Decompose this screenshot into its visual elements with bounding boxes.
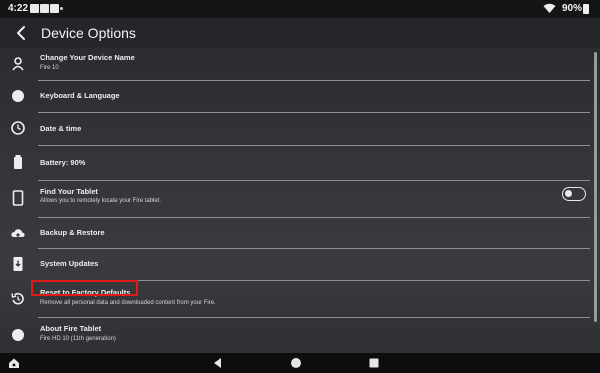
find-tablet-toggle[interactable]	[562, 187, 586, 201]
setting-system-updates[interactable]: System Updates	[0, 249, 600, 280]
status-time: 4:22	[8, 3, 29, 14]
toggle-knob	[565, 190, 572, 197]
home-circle-icon[interactable]	[289, 356, 303, 370]
clock-icon	[11, 121, 25, 135]
setting-label: Find Your Tablet	[40, 187, 98, 196]
setting-sub: Fire HD 10 (11th generation)	[40, 336, 116, 342]
wifi-icon	[543, 3, 556, 13]
system-update-icon	[13, 257, 23, 271]
setting-sub: Allows you to remotely locate your Fire …	[40, 198, 162, 204]
app-icon	[40, 4, 49, 13]
setting-about-tablet[interactable]: About Fire Tablet Fire HD 10 (11th gener…	[0, 318, 600, 352]
globe-icon	[12, 90, 24, 102]
app-icon	[50, 4, 59, 13]
app-bar: Device Options	[0, 18, 600, 48]
tablet-icon	[12, 190, 24, 206]
recents-icon[interactable]	[367, 356, 381, 370]
navigation-bar	[0, 353, 600, 373]
home-icon[interactable]	[7, 356, 21, 370]
person-icon	[12, 57, 24, 71]
battery-percent: 90%	[562, 3, 583, 14]
battery-icon	[14, 155, 22, 169]
scrollbar[interactable]	[594, 52, 597, 322]
setting-keyboard-language[interactable]: Keyboard & Language	[0, 81, 600, 111]
cloud-icon	[11, 229, 25, 239]
setting-find-tablet[interactable]: Find Your Tablet Allows you to remotely …	[0, 181, 600, 217]
setting-backup-restore[interactable]: Backup & Restore	[0, 218, 600, 248]
setting-sub: Remove all personal data and downloaded …	[40, 300, 216, 306]
back-icon[interactable]	[211, 356, 225, 370]
info-icon	[12, 329, 24, 341]
setting-sub: Fire 10	[40, 65, 59, 71]
setting-label: Change Your Device Name	[40, 53, 135, 62]
setting-label: Keyboard & Language	[40, 91, 120, 100]
setting-device-name[interactable]: Change Your Device Name Fire 10	[0, 48, 600, 80]
more-notifications-icon	[60, 7, 63, 10]
highlight-box	[31, 280, 138, 296]
setting-label: Date & time	[40, 124, 82, 133]
status-bar: 4:22 90%	[0, 0, 600, 18]
page-title: Device Options	[41, 25, 136, 41]
setting-label: System Updates	[40, 259, 99, 268]
battery-icon	[583, 4, 589, 14]
setting-battery[interactable]: Battery: 90%	[0, 146, 600, 179]
setting-label: About Fire Tablet	[40, 324, 102, 333]
settings-list: Change Your Device Name Fire 10 Keyboard…	[0, 48, 600, 353]
setting-label: Battery: 90%	[40, 158, 86, 167]
app-icon	[30, 4, 39, 13]
setting-label: Backup & Restore	[40, 228, 105, 237]
back-arrow-icon[interactable]	[12, 23, 32, 43]
setting-date-time[interactable]: Date & time	[0, 113, 600, 144]
reset-icon	[11, 292, 24, 305]
